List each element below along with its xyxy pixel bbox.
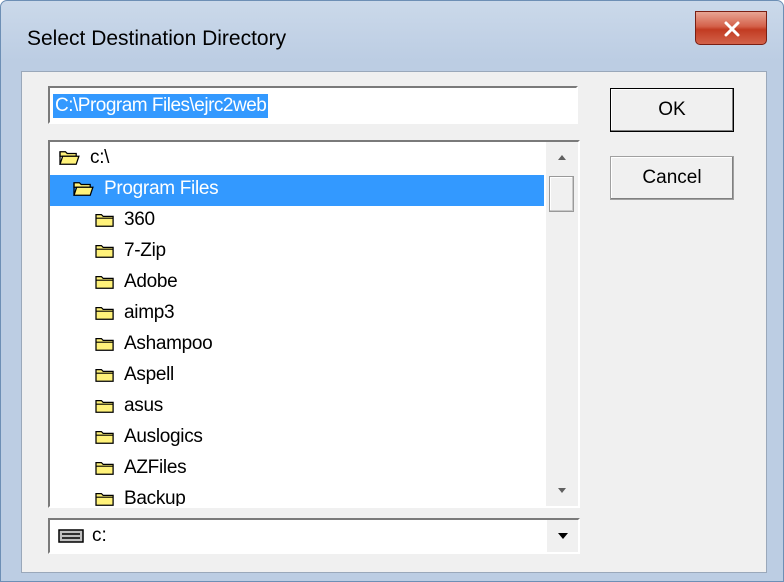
folder-icon: [95, 461, 114, 475]
path-input[interactable]: C:\Program Files\ejrc2web: [48, 86, 578, 124]
drive-icon: [58, 529, 84, 543]
directory-list-item-label: Backup: [124, 488, 186, 508]
directory-list-item-label: aimp3: [124, 302, 175, 323]
open-folder-icon: [59, 151, 80, 165]
cancel-button-label: Cancel: [642, 167, 702, 188]
directory-list-item[interactable]: Auslogics: [50, 423, 544, 454]
scroll-thumb[interactable]: [549, 176, 574, 212]
drive-dropdown-button[interactable]: [546, 520, 578, 552]
chevron-down-icon: [558, 533, 568, 539]
directory-list-item-label: 7-Zip: [124, 240, 166, 261]
ok-button[interactable]: OK: [610, 88, 734, 132]
folder-icon: [95, 337, 114, 351]
folder-icon: [95, 368, 114, 382]
directory-list-item[interactable]: Aspell: [50, 361, 544, 392]
directory-list-item[interactable]: AZFiles: [50, 454, 544, 485]
dialog-body: C:\Program Files\ejrc2web OK Cancel c:\ P…: [21, 71, 767, 573]
directory-list-item-label: Auslogics: [124, 426, 203, 447]
close-button[interactable]: [695, 11, 767, 45]
directory-list-item-label: Program Files: [104, 178, 219, 199]
vertical-scrollbar[interactable]: [546, 142, 578, 506]
drive-select-value: c:: [92, 525, 107, 546]
directory-list-item[interactable]: aimp3: [50, 299, 544, 330]
folder-icon: [95, 275, 114, 289]
folder-icon: [95, 213, 114, 227]
directory-list-item-label: 360: [124, 209, 155, 230]
directory-list-item-label: Adobe: [124, 271, 178, 292]
directory-list-item[interactable]: asus: [50, 392, 544, 423]
directory-list-item[interactable]: 360: [50, 206, 544, 237]
directory-list-item[interactable]: c:\: [50, 144, 544, 175]
scroll-up-button[interactable]: [546, 142, 578, 172]
path-input-value: C:\Program Files\ejrc2web: [53, 94, 269, 118]
directory-list-item-label: c:\: [90, 147, 110, 168]
directory-list-item[interactable]: Ashampoo: [50, 330, 544, 361]
directory-list[interactable]: c:\ Program Files 360 7-Zip Adobe aimp3 Ashamp…: [48, 140, 580, 508]
directory-list-item[interactable]: Program Files: [50, 175, 544, 206]
directory-list-item-label: asus: [124, 395, 163, 416]
close-icon: [724, 21, 740, 37]
dialog-title: Select Destination Directory: [27, 27, 287, 50]
arrow-down-icon: [558, 488, 566, 493]
folder-icon: [95, 244, 114, 258]
open-folder-icon: [73, 182, 94, 196]
drive-select[interactable]: c:: [48, 518, 580, 554]
directory-list-item-label: Aspell: [124, 364, 174, 385]
folder-icon: [95, 492, 114, 506]
directory-list-item-label: Ashampoo: [124, 333, 213, 354]
directory-list-item[interactable]: 7-Zip: [50, 237, 544, 268]
directory-list-item[interactable]: Backup: [50, 485, 544, 508]
folder-icon: [95, 306, 114, 320]
dialog-window: Select Destination Directory C:\Program …: [0, 0, 784, 582]
arrow-up-icon: [558, 155, 566, 160]
scroll-down-button[interactable]: [546, 476, 578, 506]
directory-list-item-label: AZFiles: [124, 457, 187, 478]
directory-list-item[interactable]: Adobe: [50, 268, 544, 299]
folder-icon: [95, 430, 114, 444]
folder-icon: [95, 399, 114, 413]
cancel-button[interactable]: Cancel: [610, 156, 734, 200]
ok-button-label: OK: [658, 99, 686, 120]
